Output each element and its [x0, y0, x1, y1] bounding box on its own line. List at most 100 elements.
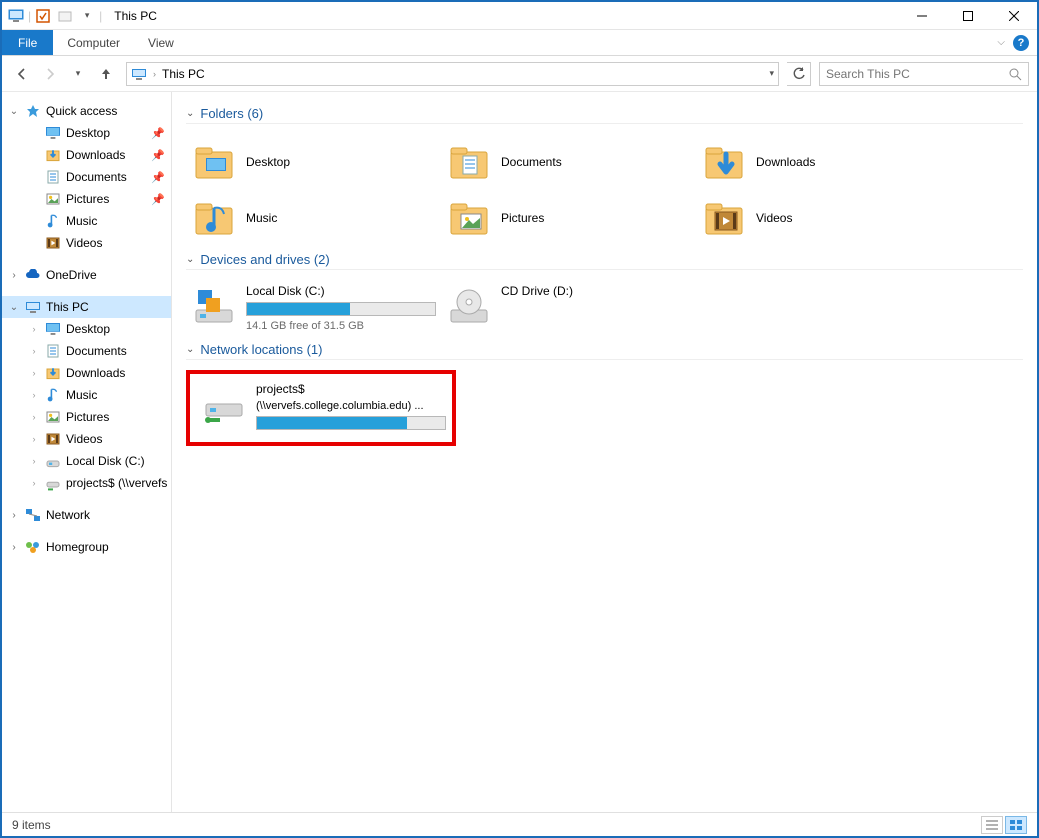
share-usage-bar: [256, 416, 446, 430]
caret-right-icon[interactable]: ›: [8, 510, 20, 521]
tree-network[interactable]: › Network: [2, 504, 171, 526]
caret-right-icon[interactable]: ›: [8, 542, 20, 553]
label: Videos: [66, 236, 102, 250]
folder-tile-videos[interactable]: Videos: [696, 190, 951, 246]
caret-down-icon[interactable]: ⌄: [8, 106, 20, 117]
maximize-button[interactable]: [945, 2, 991, 30]
search-icon[interactable]: [1008, 67, 1022, 81]
section-network-header[interactable]: ⌄ Network locations (1): [186, 342, 1023, 360]
main-area: ⌄ Quick access Desktop📌Downloads📌Documen…: [2, 92, 1037, 812]
caret-down-icon[interactable]: ⌄: [8, 302, 20, 313]
cd-drive-icon: [447, 284, 491, 328]
folder-tile-downloads[interactable]: Downloads: [696, 134, 951, 190]
details-view-button[interactable]: [981, 816, 1003, 834]
caret-right-icon[interactable]: ›: [28, 368, 40, 378]
content-pane: ⌄ Folders (6) Desktop Documents Downloads M…: [172, 92, 1037, 812]
title-bar: | ▾ | This PC: [2, 2, 1037, 30]
tree-homegroup[interactable]: › Homegroup: [2, 536, 171, 558]
label: Quick access: [46, 104, 117, 118]
caret-right-icon[interactable]: ›: [28, 324, 40, 334]
help-icon[interactable]: ?: [1013, 35, 1029, 51]
new-folder-icon[interactable]: [55, 6, 75, 26]
tree-pc-videos[interactable]: › Videos: [22, 428, 171, 450]
local-disk-tile[interactable]: Local Disk (C:) 14.1 GB free of 31.5 GB: [186, 280, 441, 336]
tree-pc-drive[interactable]: › Local Disk (C:): [22, 450, 171, 472]
breadcrumb-this-pc[interactable]: This PC: [162, 67, 205, 81]
cd-drive-tile[interactable]: CD Drive (D:): [441, 280, 696, 336]
window-title: This PC: [106, 9, 157, 23]
caret-right-icon[interactable]: ›: [28, 456, 40, 466]
tree-pc-downloads[interactable]: ›Downloads: [22, 362, 171, 384]
back-button[interactable]: [10, 62, 34, 86]
folder-tile-documents[interactable]: Documents: [441, 134, 696, 190]
caret-right-icon[interactable]: ›: [28, 346, 40, 356]
star-icon: [24, 102, 42, 120]
up-button[interactable]: [94, 62, 118, 86]
drive-usage-bar: [246, 302, 436, 316]
tree-pc-pictures[interactable]: ›Pictures: [22, 406, 171, 428]
qat-dropdown-icon[interactable]: ▾: [77, 6, 97, 26]
this-pc-icon: [24, 298, 42, 316]
tree-pc-music[interactable]: ›Music: [22, 384, 171, 406]
tree-this-pc[interactable]: ⌄ This PC: [2, 296, 171, 318]
tree-qa-pictures[interactable]: Pictures📌: [22, 188, 171, 210]
tree-qa-videos[interactable]: Videos: [22, 232, 171, 254]
desktop-icon: [44, 124, 62, 142]
share-sub: (\\vervefs.college.columbia.edu) ...: [256, 400, 446, 412]
qat-divider: |: [28, 9, 31, 23]
network-drive-icon: [202, 382, 246, 426]
chevron-down-icon: ⌄: [186, 254, 194, 265]
label: Documents: [66, 344, 127, 358]
tree-qa-documents[interactable]: Documents📌: [22, 166, 171, 188]
homegroup-icon: [24, 538, 42, 556]
tree-qa-downloads[interactable]: Downloads📌: [22, 144, 171, 166]
menu-file[interactable]: File: [2, 30, 53, 55]
cloud-icon: [24, 266, 42, 284]
pictures-icon: [44, 408, 62, 426]
forward-button[interactable]: [38, 62, 62, 86]
ribbon-expand-icon[interactable]: ⌵: [997, 37, 1005, 48]
folder-tile-pictures[interactable]: Pictures: [441, 190, 696, 246]
section-drives-header[interactable]: ⌄ Devices and drives (2): [186, 252, 1023, 270]
recent-locations-button[interactable]: ▾: [66, 62, 90, 86]
address-bar[interactable]: › This PC ▾: [126, 62, 779, 86]
documents-icon: [44, 168, 62, 186]
folder-tile-desktop[interactable]: Desktop: [186, 134, 441, 190]
properties-icon[interactable]: [33, 6, 53, 26]
label: Network: [46, 508, 90, 522]
network-share-tile[interactable]: projects$ (\\vervefs.college.columbia.ed…: [196, 378, 446, 434]
label: Local Disk (C:): [66, 454, 145, 468]
tree-quick-access[interactable]: ⌄ Quick access: [2, 100, 171, 122]
menu-view[interactable]: View: [134, 30, 188, 55]
refresh-button[interactable]: [787, 62, 811, 86]
tree-pc-netdrive[interactable]: ›projects$ (\\vervefs: [22, 472, 171, 494]
tree-pc-desktop[interactable]: ›Desktop: [22, 318, 171, 340]
tree-qa-music[interactable]: Music: [22, 210, 171, 232]
view-toggles: [981, 816, 1027, 834]
caret-right-icon[interactable]: ›: [28, 434, 40, 444]
downloads-icon: [44, 364, 62, 382]
folder-label: Desktop: [246, 155, 290, 169]
folder-label: Downloads: [756, 155, 815, 169]
close-button[interactable]: [991, 2, 1037, 30]
menu-computer[interactable]: Computer: [53, 30, 134, 55]
tiles-view-button[interactable]: [1005, 816, 1027, 834]
documents-folder-icon: [447, 140, 491, 184]
search-box[interactable]: [819, 62, 1029, 86]
label: Videos: [66, 432, 102, 446]
minimize-button[interactable]: [899, 2, 945, 30]
tree-pc-documents[interactable]: › Documents: [22, 340, 171, 362]
caret-right-icon[interactable]: ›: [28, 478, 40, 488]
tree-onedrive[interactable]: › OneDrive: [2, 264, 171, 286]
section-title: Folders (6): [200, 106, 263, 121]
folder-tile-music[interactable]: Music: [186, 190, 441, 246]
caret-right-icon[interactable]: ›: [28, 390, 40, 400]
search-input[interactable]: [826, 67, 996, 81]
music-icon: [44, 212, 62, 230]
tree-qa-desktop[interactable]: Desktop📌: [22, 122, 171, 144]
caret-right-icon[interactable]: ›: [8, 270, 20, 281]
address-dropdown-icon[interactable]: ▾: [769, 68, 774, 79]
caret-right-icon[interactable]: ›: [28, 412, 40, 422]
section-folders-header[interactable]: ⌄ Folders (6): [186, 106, 1023, 124]
chevron-down-icon: ⌄: [186, 108, 194, 119]
